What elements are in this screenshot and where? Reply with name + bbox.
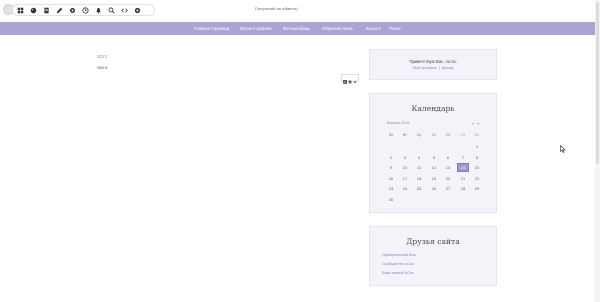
calendar-day[interactable]: 25: [413, 184, 425, 193]
friend-link-official-blog[interactable]: Официальный блог: [382, 253, 417, 257]
calendar-weekday: Пн: [388, 133, 394, 137]
logout-link[interactable]: Выход: [442, 66, 453, 70]
calendar-day[interactable]: 8: [471, 153, 483, 162]
calendar-day[interactable]: 3: [399, 153, 411, 162]
calendar-day[interactable]: 17: [399, 174, 411, 183]
calendar-day[interactable]: 30: [385, 195, 397, 204]
calendar-day[interactable]: 11: [413, 163, 425, 172]
calendar-day[interactable]: 18: [413, 174, 425, 183]
calendar-box: Календарь Апрель 2019 « » Пн Вт Ср Чт Пт Сб Вс…: [369, 93, 497, 213]
login-links: Мой профиль | Выход: [370, 66, 496, 70]
calendar-weekday: Пт: [445, 133, 451, 137]
calendar-day[interactable]: 2: [385, 153, 397, 162]
scrollbar[interactable]: [595, 0, 600, 302]
calendar-day[interactable]: 5: [428, 153, 440, 162]
calendar-weekday: Вт: [403, 133, 407, 137]
friends-box: Друзья сайта Официальный блог Сообщество…: [369, 226, 497, 286]
scrollbar-thumb[interactable]: [596, 2, 599, 164]
toolbar-button-group: [12, 4, 155, 16]
calendar-next-button[interactable]: »: [477, 121, 479, 126]
post-year: 2013: [97, 54, 107, 59]
login-separator: |: [438, 66, 440, 70]
code-icon[interactable]: [118, 5, 130, 15]
document-icon[interactable]: [40, 5, 52, 15]
greeting-text: Приветствую Вас, гость!: [409, 59, 457, 64]
calendar-weekday: Сб: [460, 133, 466, 137]
calendar-day[interactable]: 27: [442, 184, 454, 193]
friend-link-ucoz-community[interactable]: Сообщество uCoz: [382, 262, 414, 266]
profile-link[interactable]: Мой профиль: [413, 66, 437, 70]
login-box: Приветствую Вас, гость! Мой профиль | Выхо…: [369, 49, 497, 80]
calendar-day-today[interactable]: 14: [457, 163, 469, 172]
pencil-icon[interactable]: [53, 5, 65, 15]
search-icon[interactable]: [105, 5, 117, 15]
dashboard-icon[interactable]: [14, 5, 26, 15]
close-icon[interactable]: [353, 69, 357, 88]
calendar-day[interactable]: 24: [399, 184, 411, 193]
calendar-day[interactable]: 23: [385, 184, 397, 193]
calendar-weekday: Вс: [474, 133, 480, 137]
nav-item-home[interactable]: Главная страница: [194, 26, 229, 31]
calendar-weekday: Чт: [431, 133, 437, 137]
calendar-day[interactable]: 4: [413, 153, 425, 162]
calendar-day[interactable]: 26: [428, 184, 440, 193]
calendar-day[interactable]: 22: [471, 174, 483, 183]
calendar-day[interactable]: 6: [442, 153, 454, 162]
post-actions: [341, 74, 359, 84]
calendar-day[interactable]: 10: [399, 163, 411, 172]
print-icon[interactable]: [348, 69, 352, 88]
calendar-day[interactable]: 21: [457, 174, 469, 183]
clock-icon[interactable]: [79, 5, 91, 15]
mouse-cursor-icon: [560, 145, 566, 153]
rss-icon[interactable]: [343, 69, 348, 88]
nav-item-search[interactable]: Поиск: [389, 26, 401, 31]
calendar-prev-button[interactable]: «: [472, 121, 474, 126]
calendar-day[interactable]: 29: [471, 184, 483, 193]
calendar-day[interactable]: 9: [385, 163, 397, 172]
toolbar-notice: Получений ни обменіх): [255, 6, 298, 11]
nav-item-photo-albums[interactable]: Фотоальбомы: [283, 26, 310, 31]
calendar-day[interactable]: 16: [385, 174, 397, 183]
calendar-day[interactable]: 7: [457, 153, 469, 162]
nav-item-file-catalog[interactable]: Каталог файлов: [240, 26, 272, 31]
calendar-day[interactable]: 1: [471, 142, 483, 151]
calendar-title: Календарь: [411, 104, 455, 113]
post-text: квинк: [97, 65, 108, 70]
calendar-day[interactable]: 19: [428, 174, 440, 183]
calendar-day[interactable]: 12: [428, 163, 440, 172]
calendar-day[interactable]: 20: [442, 174, 454, 183]
friend-link-knowledge-base[interactable]: База знаний uCoz: [382, 271, 414, 275]
calendar-weekday: Ср: [416, 133, 422, 137]
nav-item-catalog[interactable]: Каталог: [366, 26, 381, 31]
friends-title: Друзья сайта: [406, 237, 460, 246]
calendar-day[interactable]: 28: [457, 184, 469, 193]
eye-icon[interactable]: [131, 5, 143, 15]
bell-icon[interactable]: [92, 5, 104, 15]
calendar-day[interactable]: 15: [471, 163, 483, 172]
nav-item-feedback[interactable]: Обратная связь: [322, 26, 353, 31]
calendar-day[interactable]: 13: [442, 163, 454, 172]
top-toolbar: Получений ни обменіх): [0, 0, 600, 22]
main-navigation: Главная страница Каталог файлов Фотоальб…: [0, 22, 595, 35]
palette-icon[interactable]: [27, 5, 39, 15]
settings-icon[interactable]: [66, 5, 78, 15]
calendar-month: Апрель 2019: [387, 121, 410, 125]
